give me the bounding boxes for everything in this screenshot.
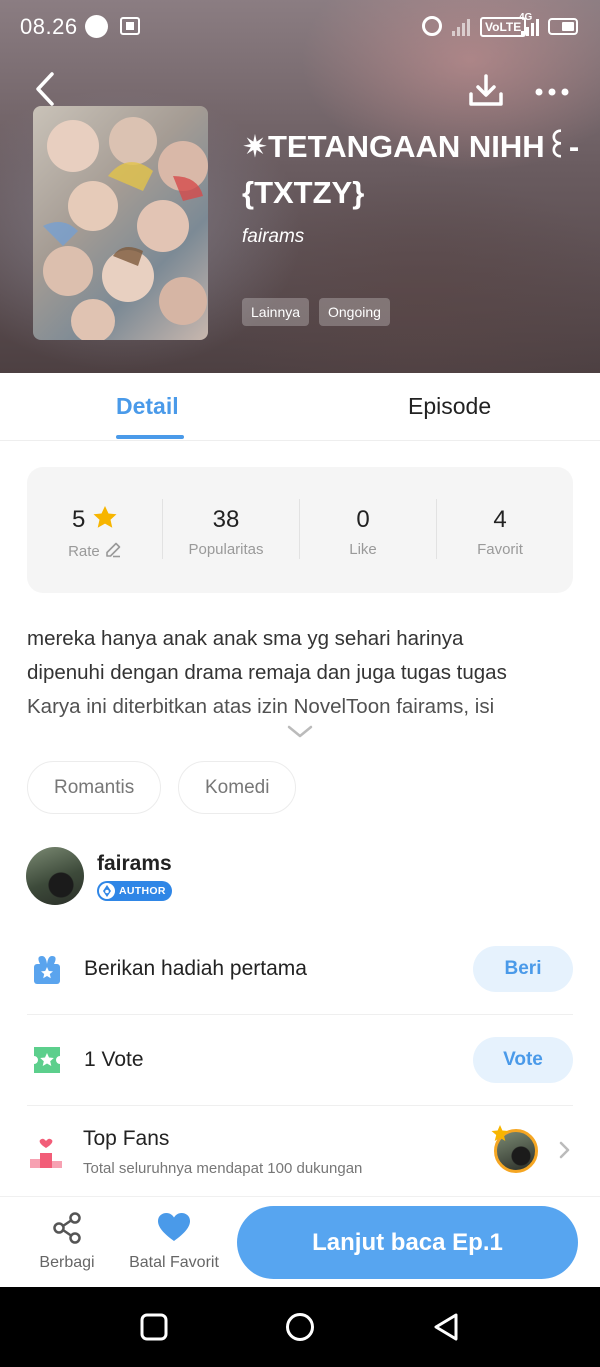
popularity-value: 38 bbox=[212, 506, 240, 533]
notification-dot-icon bbox=[85, 15, 108, 38]
heart-icon bbox=[158, 1213, 190, 1241]
author-badge-label: AUTHOR bbox=[119, 885, 166, 897]
gift-icon bbox=[31, 954, 63, 986]
gift-row-text: Berikan hadiah pertama bbox=[84, 957, 307, 980]
gift-button[interactable]: Beri bbox=[473, 946, 573, 992]
vote-count-text: 1 Vote bbox=[84, 1048, 144, 1071]
row-divider bbox=[27, 1105, 573, 1106]
genre-chip-romantis[interactable]: Romantis bbox=[27, 761, 162, 814]
top-fans-title: Top Fans bbox=[83, 1127, 170, 1150]
more-options-button[interactable] bbox=[532, 78, 572, 106]
star-icon bbox=[93, 506, 117, 528]
home-button[interactable] bbox=[285, 1312, 315, 1342]
unfavorite-button[interactable]: Batal Favorit bbox=[122, 1211, 226, 1272]
rate-value: 5 bbox=[71, 506, 86, 533]
tab-active-indicator bbox=[116, 435, 184, 439]
rate-label: Rate bbox=[68, 543, 100, 560]
favorite-label: Favorit bbox=[477, 541, 523, 558]
author-badge-icon bbox=[99, 883, 115, 899]
author-badge: AUTHOR bbox=[97, 881, 172, 901]
book-title: ✷TETANGAAN NIHH꒰-{TXTZY} bbox=[242, 129, 580, 210]
cover-art bbox=[43, 117, 208, 340]
signal-weak-icon bbox=[452, 18, 474, 36]
genre-chip-komedi[interactable]: Komedi bbox=[178, 761, 297, 814]
popularity-label: Popularitas bbox=[188, 541, 264, 558]
chevron-left-icon bbox=[36, 72, 54, 106]
podium-icon bbox=[29, 1136, 62, 1168]
stats-card: 5 Rate 38 Popularitas 0 Like 4 Favorit bbox=[27, 467, 573, 593]
tab-episode[interactable]: Episode bbox=[408, 393, 491, 420]
tag-chip-status: Lainnya bbox=[242, 298, 310, 326]
top-fans-subtitle: Total seluruhnya mendapat 100 dukungan bbox=[83, 1160, 363, 1177]
expand-synopsis-button[interactable] bbox=[286, 724, 314, 740]
stat-popularity: 38 Popularitas bbox=[158, 505, 294, 558]
book-header: 08.26 VoLTE 4G ✷TETANGAAN NIHH꒰-{TXTZY} … bbox=[0, 0, 600, 373]
book-cover-image bbox=[33, 106, 208, 340]
square-icon bbox=[140, 1313, 168, 1341]
synopsis: mereka hanya anak anak sma yg sehari har… bbox=[27, 622, 577, 724]
signal-strong-icon bbox=[521, 18, 543, 36]
crown-icon bbox=[491, 1125, 509, 1141]
synopsis-line: Karya ini diterbitkan atas izin NovelToo… bbox=[27, 695, 495, 718]
book-author: fairams bbox=[242, 226, 305, 247]
edit-pencil-icon bbox=[106, 542, 121, 558]
stat-favorite: 4 Favorit bbox=[432, 505, 568, 558]
author-avatar[interactable] bbox=[26, 847, 84, 905]
status-bar: 08.26 VoLTE 4G bbox=[0, 0, 600, 54]
share-icon bbox=[53, 1212, 81, 1244]
synopsis-line: dipenuhi dengan drama remaja dan juga tu… bbox=[27, 661, 507, 684]
tab-bar: Detail Episode bbox=[0, 373, 600, 441]
stat-rate[interactable]: 5 Rate bbox=[27, 505, 163, 560]
alarm-icon bbox=[422, 16, 442, 36]
tag-chip-ongoing: Ongoing bbox=[319, 298, 390, 326]
system-navigation-bar bbox=[0, 1287, 600, 1367]
top-fans-open-button[interactable] bbox=[557, 1141, 571, 1159]
recent-apps-button[interactable] bbox=[139, 1312, 169, 1342]
like-value: 0 bbox=[356, 506, 370, 533]
download-icon bbox=[469, 74, 503, 106]
download-button[interactable] bbox=[466, 72, 506, 110]
vote-ticket-icon bbox=[31, 1044, 63, 1076]
chevron-right-icon bbox=[559, 1141, 570, 1159]
chevron-down-icon bbox=[287, 725, 313, 738]
triangle-back-icon bbox=[434, 1313, 458, 1341]
battery-icon bbox=[548, 18, 578, 35]
favorite-value: 4 bbox=[493, 506, 507, 533]
status-time: 08.26 bbox=[20, 14, 78, 39]
author-name[interactable]: fairams bbox=[97, 852, 172, 876]
more-horizontal-icon bbox=[535, 88, 569, 96]
like-label: Like bbox=[349, 541, 377, 558]
row-divider bbox=[27, 1014, 573, 1015]
vote-button[interactable]: Vote bbox=[473, 1037, 573, 1083]
share-label: Berbagi bbox=[39, 1254, 95, 1271]
stat-like: 0 Like bbox=[295, 505, 431, 558]
back-button[interactable] bbox=[28, 70, 64, 108]
circle-icon bbox=[286, 1313, 314, 1341]
share-button[interactable]: Berbagi bbox=[28, 1211, 106, 1272]
bottom-action-bar: Berbagi Batal Favorit Lanjut baca Ep.1 bbox=[0, 1196, 600, 1287]
tab-detail[interactable]: Detail bbox=[116, 393, 179, 420]
system-back-button[interactable] bbox=[431, 1312, 461, 1342]
synopsis-line: mereka hanya anak anak sma yg sehari har… bbox=[27, 627, 464, 650]
continue-reading-button[interactable]: Lanjut baca Ep.1 bbox=[237, 1206, 578, 1279]
app-notification-icon bbox=[120, 17, 140, 35]
unfavorite-label: Batal Favorit bbox=[129, 1254, 219, 1271]
